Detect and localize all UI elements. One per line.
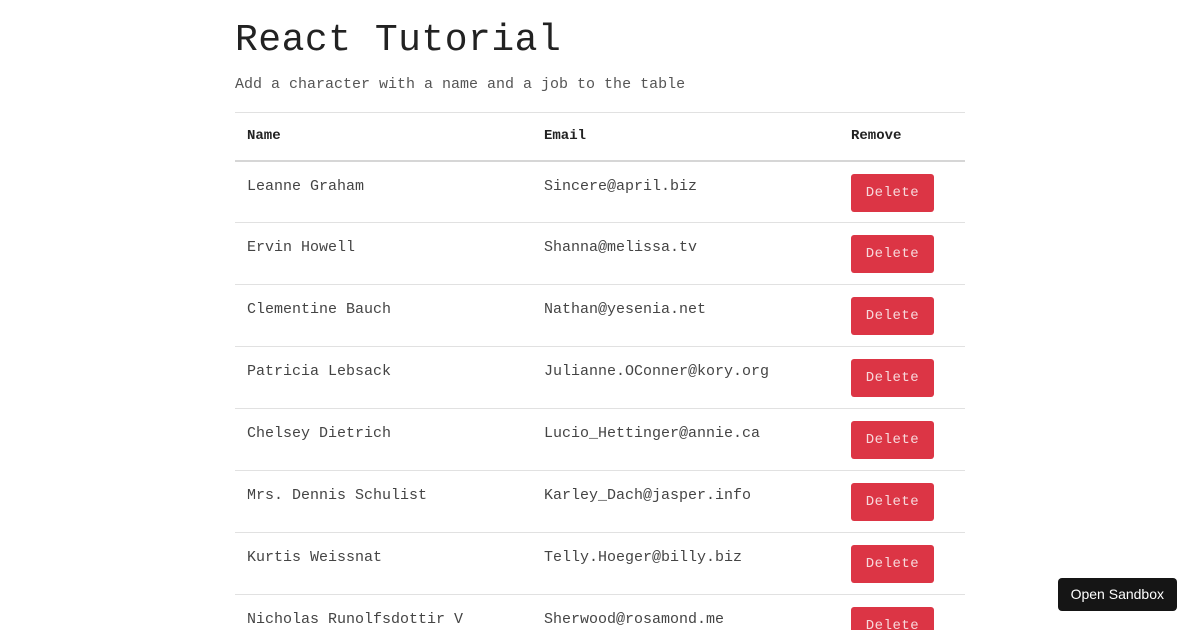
cell-remove: Delete (839, 223, 965, 285)
delete-button[interactable]: Delete (851, 545, 934, 583)
cell-remove: Delete (839, 285, 965, 347)
table-header: Name Email Remove (235, 112, 965, 161)
table-body: Leanne Graham Sincere@april.biz Delete E… (235, 161, 965, 630)
cell-email: Lucio_Hettinger@annie.ca (544, 425, 761, 442)
table-row: Leanne Graham Sincere@april.biz Delete (235, 161, 965, 223)
column-header-remove: Remove (851, 128, 902, 145)
delete-button[interactable]: Delete (851, 235, 934, 273)
cell-name: Patricia Lebsack (247, 363, 392, 380)
cell-name: Kurtis Weissnat (247, 549, 383, 566)
delete-button[interactable]: Delete (851, 483, 934, 521)
page-subtitle: Add a character with a name and a job to… (235, 76, 686, 93)
cell-email: Sincere@april.biz (544, 177, 698, 195)
table-header-row: Name Email Remove (235, 112, 965, 161)
cell-remove: Delete (839, 161, 965, 223)
cell-email: Karley_Dach@jasper.info (544, 487, 752, 504)
cell-email: Julianne.OConner@kory.org (544, 363, 770, 380)
page-container: React Tutorial Add a character with a na… (235, 0, 965, 630)
cell-remove: Delete (839, 471, 965, 533)
table-row: Patricia Lebsack Julianne.OConner@kory.o… (235, 347, 965, 409)
cell-name: Nicholas Runolfsdottir V (247, 611, 464, 628)
table-row: Ervin Howell Shanna@melissa.tv Delete (235, 223, 965, 285)
cell-email: Nathan@yesenia.net (544, 301, 707, 318)
cell-name: Leanne Graham (247, 177, 365, 195)
table-row: Mrs. Dennis Schulist Karley_Dach@jasper.… (235, 471, 965, 533)
cell-remove: Delete (839, 409, 965, 471)
cell-remove: Delete (839, 533, 965, 595)
open-sandbox-button[interactable]: Open Sandbox (1057, 578, 1177, 611)
cell-email: Sherwood@rosamond.me (544, 611, 725, 628)
characters-table: Name Email Remove Leanne Graham Sincere@… (235, 112, 965, 630)
cell-remove: Delete (839, 347, 965, 409)
cell-remove: Delete (839, 595, 965, 630)
delete-button[interactable]: Delete (851, 607, 934, 630)
column-header-name: Name (247, 128, 281, 145)
delete-button[interactable]: Delete (851, 359, 934, 397)
column-header-email: Email (544, 128, 587, 145)
cell-name: Mrs. Dennis Schulist (247, 487, 428, 504)
characters-table-wrapper: Name Email Remove Leanne Graham Sincere@… (235, 112, 965, 630)
table-row: Kurtis Weissnat Telly.Hoeger@billy.biz D… (235, 533, 965, 595)
cell-name: Clementine Bauch (247, 301, 392, 318)
table-row: Clementine Bauch Nathan@yesenia.net Dele… (235, 285, 965, 347)
table-row: Chelsey Dietrich Lucio_Hettinger@annie.c… (235, 409, 965, 471)
delete-button[interactable]: Delete (851, 421, 934, 459)
delete-button[interactable]: Delete (851, 297, 934, 335)
page-title: React Tutorial (235, 19, 562, 62)
cell-name: Chelsey Dietrich (247, 425, 392, 442)
delete-button[interactable]: Delete (851, 173, 934, 212)
cell-email: Telly.Hoeger@billy.biz (544, 549, 743, 566)
table-row: Nicholas Runolfsdottir V Sherwood@rosamo… (235, 595, 965, 630)
cell-email: Shanna@melissa.tv (544, 239, 698, 256)
cell-name: Ervin Howell (247, 239, 356, 256)
